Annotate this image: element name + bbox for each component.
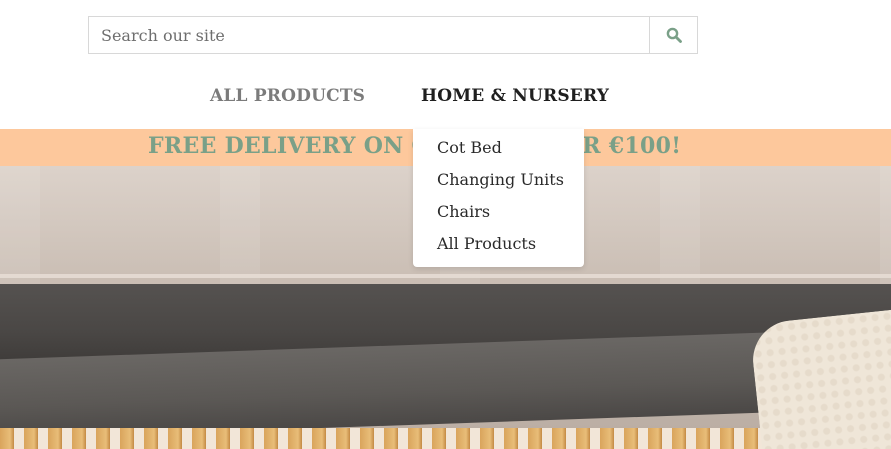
search-input[interactable] (88, 16, 649, 54)
hero-cot-slats (0, 428, 780, 449)
main-nav: ALL PRODUCTS HOME & NURSERY (0, 86, 891, 112)
nav-item-home-nursery[interactable]: HOME & NURSERY (421, 86, 609, 106)
search-icon (666, 27, 682, 43)
search-bar (88, 16, 698, 54)
dropdown-item-changing-units[interactable]: Changing Units (413, 167, 584, 199)
nav-dropdown-home-nursery: Cot Bed Changing Units Chairs All Produc… (413, 129, 584, 267)
dropdown-item-all-products[interactable]: All Products (413, 231, 584, 263)
search-button[interactable] (649, 16, 698, 54)
dropdown-item-cot-bed[interactable]: Cot Bed (413, 135, 584, 167)
hero-wall-molding (0, 274, 891, 278)
nav-item-all-products[interactable]: ALL PRODUCTS (210, 86, 365, 106)
dropdown-item-chairs[interactable]: Chairs (413, 199, 584, 231)
hero-blanket (749, 308, 891, 449)
